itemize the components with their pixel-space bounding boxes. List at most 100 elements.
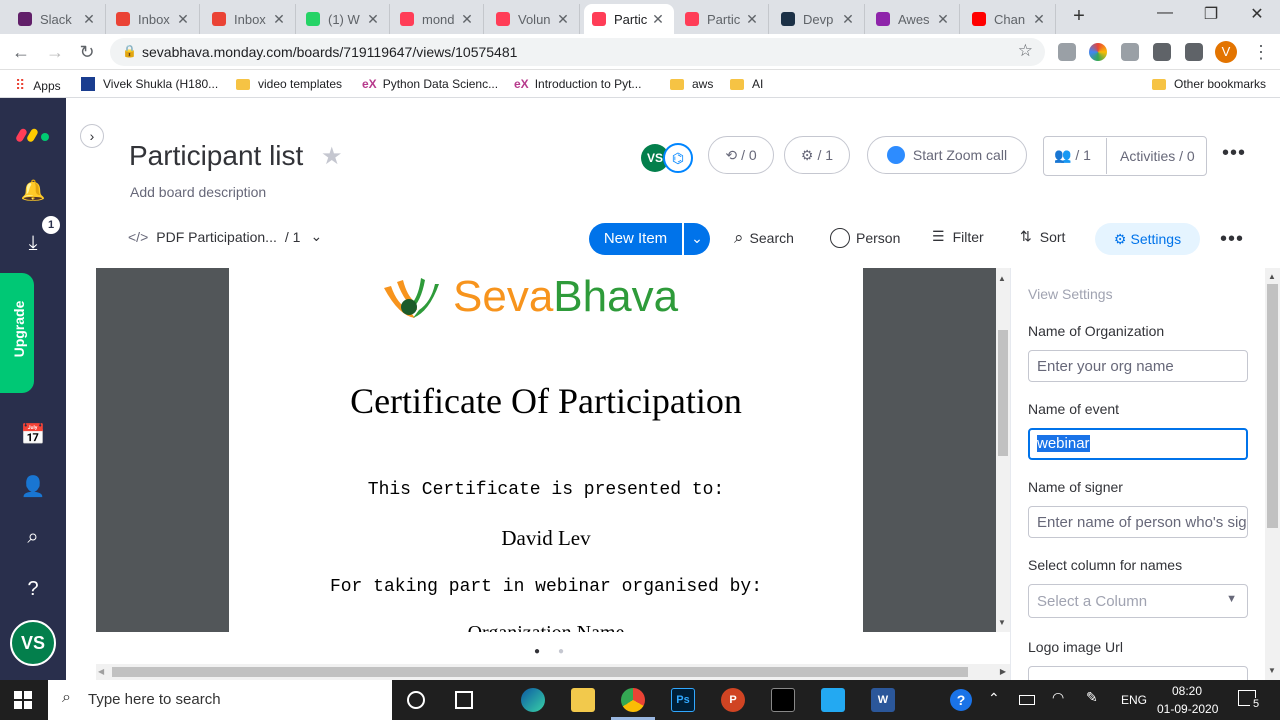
word-icon[interactable]: W bbox=[871, 688, 895, 712]
clock-date[interactable]: 01-09-2020 bbox=[1157, 702, 1218, 716]
taskbar-search-box[interactable]: ⌕ Type here to search bbox=[48, 680, 392, 720]
new-item-dropdown[interactable]: ⌄ bbox=[683, 223, 710, 255]
calendar-icon[interactable]: 📅 bbox=[18, 420, 48, 450]
browser-tab[interactable]: Inbox ✕ bbox=[204, 4, 296, 34]
vscode-icon[interactable] bbox=[821, 688, 845, 712]
board-description[interactable]: Add board description bbox=[130, 184, 266, 200]
browser-tab[interactable]: Inbox ✕ bbox=[108, 4, 200, 34]
cortana-icon[interactable] bbox=[407, 691, 425, 709]
inbox-download-icon[interactable]: ⤓ bbox=[18, 228, 48, 258]
guest-avatar-icon[interactable]: ⌬ bbox=[663, 143, 693, 173]
add-user-icon[interactable]: 👤 bbox=[18, 472, 48, 502]
browser-tab[interactable]: Partic ✕ bbox=[584, 4, 674, 34]
back-icon[interactable]: ← bbox=[10, 42, 32, 63]
file-explorer-icon[interactable] bbox=[571, 688, 595, 712]
settings-button[interactable]: ⚙ Settings bbox=[1095, 223, 1200, 255]
tab-close-icon[interactable]: ✕ bbox=[935, 11, 951, 28]
board-more-icon[interactable]: ••• bbox=[1222, 142, 1246, 165]
tab-close-icon[interactable]: ✕ bbox=[1031, 11, 1047, 28]
favorite-star-icon[interactable]: ★ bbox=[321, 142, 343, 171]
tab-close-icon[interactable]: ✕ bbox=[81, 11, 97, 28]
new-item-button[interactable]: New Item bbox=[589, 223, 682, 255]
activities-button[interactable]: Activities / 0 bbox=[1120, 148, 1195, 164]
bookmark-apps[interactable]: ⠿ Apps bbox=[15, 77, 61, 94]
star-icon[interactable]: ☆ bbox=[1018, 41, 1033, 61]
members-button[interactable]: 👥 / 1 bbox=[1054, 147, 1091, 164]
toolbar-more-icon[interactable]: ••• bbox=[1220, 228, 1244, 251]
color-extension-icon[interactable] bbox=[1089, 43, 1107, 61]
language-indicator[interactable]: ENG bbox=[1121, 693, 1147, 707]
puzzle-extension-icon[interactable] bbox=[1153, 43, 1171, 61]
playlist-icon[interactable] bbox=[1185, 43, 1203, 61]
bookmark-aws[interactable]: aws bbox=[670, 77, 713, 91]
task-view-icon[interactable] bbox=[455, 691, 473, 709]
horizontal-scrollbar[interactable]: ◀ ▶ bbox=[96, 664, 1010, 680]
terminal-icon[interactable] bbox=[771, 688, 795, 712]
tab-close-icon[interactable]: ✕ bbox=[175, 11, 191, 28]
browser-menu-icon[interactable]: ⋮ bbox=[1250, 42, 1272, 63]
profile-avatar[interactable]: V bbox=[1215, 41, 1237, 63]
bookmark-video-templates[interactable]: video templates bbox=[236, 77, 342, 91]
tab-close-icon[interactable]: ✕ bbox=[459, 11, 475, 28]
shield-extension-icon[interactable] bbox=[1058, 43, 1076, 61]
tab-close-icon[interactable]: ✕ bbox=[650, 11, 666, 28]
minimize-button[interactable]: — bbox=[1145, 4, 1185, 22]
panel-scrollbar[interactable]: ▲ ▼ bbox=[1265, 268, 1280, 680]
photoshop-icon[interactable]: Ps bbox=[671, 688, 695, 712]
help-tray-icon[interactable]: ? bbox=[950, 689, 972, 711]
close-window-button[interactable]: ✕ bbox=[1237, 4, 1277, 24]
tab-close-icon[interactable]: ✕ bbox=[271, 11, 287, 28]
forward-icon[interactable]: → bbox=[44, 42, 66, 63]
zoom-call-button[interactable]: Start Zoom call bbox=[867, 136, 1027, 174]
browser-tab[interactable]: Slack ✕ bbox=[10, 4, 106, 34]
browser-tab[interactable]: Volun ✕ bbox=[488, 4, 580, 34]
person-filter-button[interactable]: Person bbox=[830, 228, 900, 248]
bookmark-ai[interactable]: AI bbox=[730, 77, 763, 91]
scroll-thumb[interactable] bbox=[998, 330, 1008, 456]
browser-tab[interactable]: mond ✕ bbox=[392, 4, 484, 34]
clock-time[interactable]: 08:20 bbox=[1172, 684, 1202, 698]
event-name-input[interactable]: webinar bbox=[1028, 428, 1248, 460]
tab-close-icon[interactable]: ✕ bbox=[555, 11, 571, 28]
h-scroll-thumb[interactable] bbox=[112, 667, 968, 677]
url-input[interactable]: 🔒 sevabhava.monday.com/boards/719119647/… bbox=[110, 38, 1045, 66]
org-name-input[interactable]: Enter your org name bbox=[1028, 350, 1248, 382]
bookmark-python[interactable]: eX Python Data Scienc... bbox=[362, 77, 498, 91]
integrations-pill[interactable]: ⚙/ 1 bbox=[784, 136, 850, 174]
collapse-toggle[interactable]: › bbox=[80, 124, 104, 148]
filter-button[interactable]: ☰ Filter bbox=[932, 228, 984, 245]
search-icon[interactable]: ⌕ bbox=[18, 522, 48, 552]
sort-button[interactable]: ⇅ Sort bbox=[1020, 228, 1065, 245]
monday-logo-icon[interactable] bbox=[16, 122, 50, 142]
preview-vertical-scrollbar[interactable]: ▲ ▼ bbox=[996, 268, 1010, 632]
user-avatar[interactable]: VS bbox=[10, 620, 56, 666]
new-tab-button[interactable]: + bbox=[1068, 5, 1090, 28]
chrome-icon[interactable] bbox=[621, 688, 645, 712]
browser-tab[interactable]: Awes ✕ bbox=[868, 4, 960, 34]
windows-start-icon[interactable] bbox=[14, 691, 32, 709]
maximize-button[interactable]: ❐ bbox=[1191, 4, 1231, 24]
upgrade-button[interactable]: Upgrade bbox=[0, 273, 34, 393]
browser-tab[interactable]: (1) W ✕ bbox=[298, 4, 390, 34]
pdf-preview[interactable]: Seva Bhava Certificate Of Participation T… bbox=[96, 268, 996, 632]
panel-scroll-thumb[interactable] bbox=[1267, 284, 1278, 528]
pen-icon[interactable]: ✎ bbox=[1086, 689, 1098, 706]
tab-close-icon[interactable]: ✕ bbox=[840, 11, 856, 28]
tab-close-icon[interactable]: ✕ bbox=[744, 11, 760, 28]
tray-chevron-icon[interactable]: ⌃ bbox=[988, 690, 1000, 707]
browser-tab[interactable]: Devp ✕ bbox=[773, 4, 865, 34]
page-title[interactable]: Participant list bbox=[129, 140, 303, 172]
logo-url-input[interactable] bbox=[1028, 666, 1248, 680]
browser-tab[interactable]: Chan ✕ bbox=[964, 4, 1056, 34]
column-select[interactable]: Select a Column ▼ bbox=[1028, 584, 1248, 618]
search-button[interactable]: ⌕ Search bbox=[734, 228, 794, 248]
wifi-icon[interactable]: ◠ bbox=[1052, 689, 1064, 706]
browser-tab[interactable]: Partic ✕ bbox=[677, 4, 769, 34]
updates-pill[interactable]: ⟲/ 0 bbox=[708, 136, 774, 174]
view-selector[interactable]: </> PDF Participation.../ 1 ⌄ bbox=[128, 228, 322, 245]
camera-extension-icon[interactable] bbox=[1121, 43, 1139, 61]
edge-icon[interactable] bbox=[521, 688, 545, 712]
bookmark-intro-python[interactable]: eX Introduction to Pyt... bbox=[514, 77, 641, 91]
bookmark-vivek[interactable]: Vivek Shukla (H180... bbox=[81, 77, 218, 91]
bell-icon[interactable]: 🔔 bbox=[18, 176, 48, 206]
